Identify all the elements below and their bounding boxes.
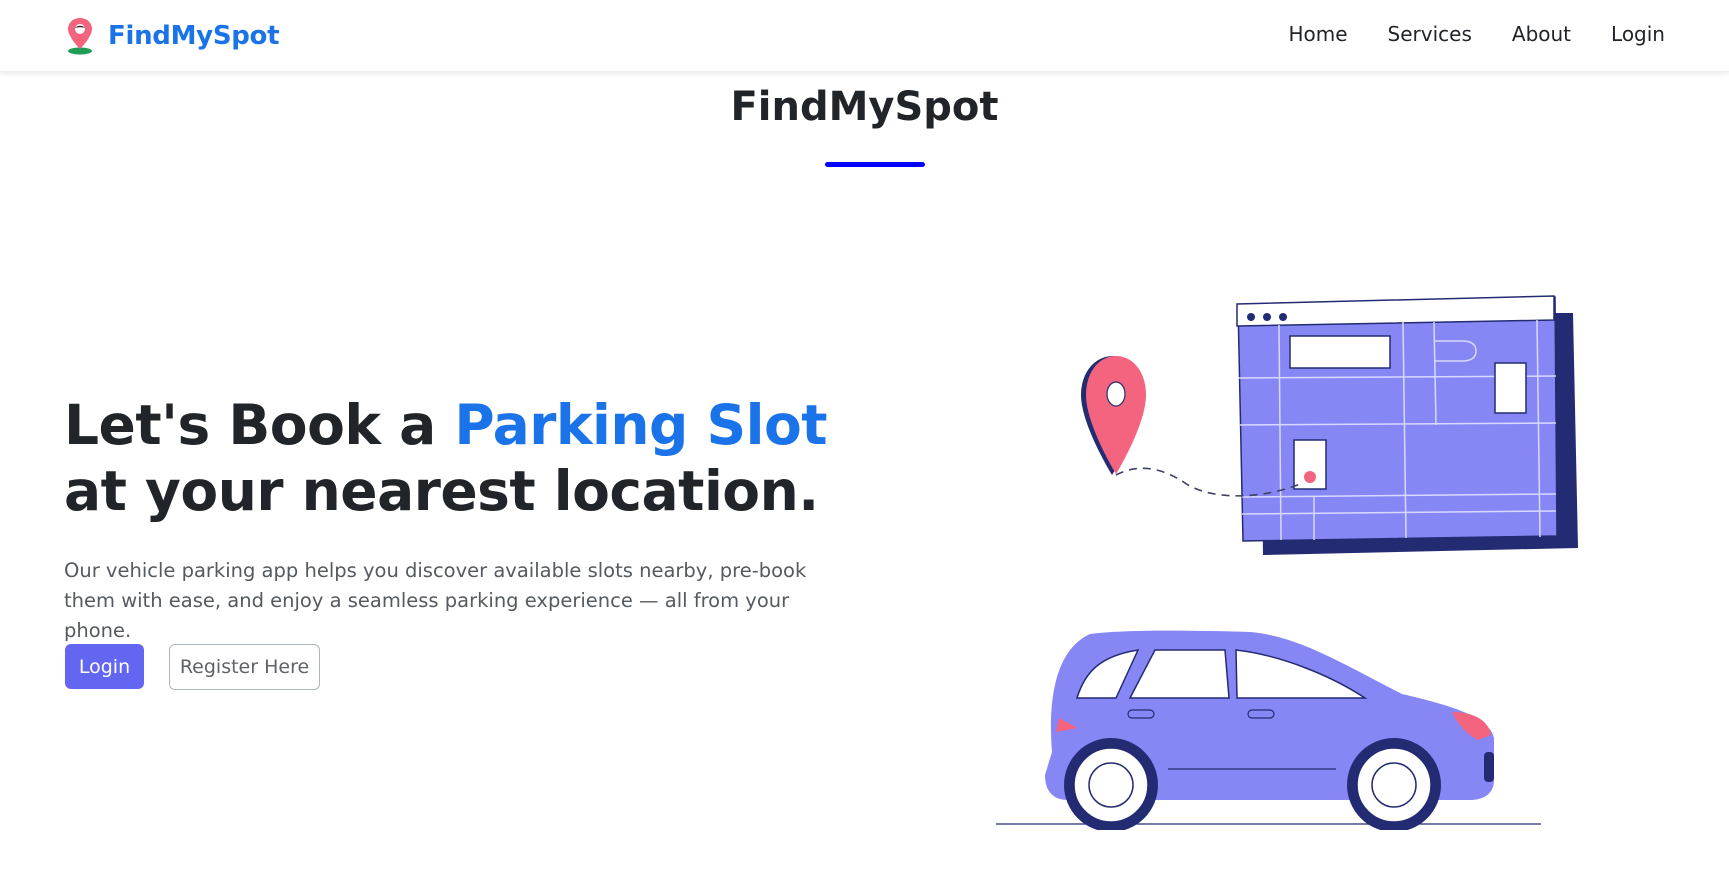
nav-about[interactable]: About bbox=[1512, 22, 1571, 46]
hero-heading-accent: Parking Slot bbox=[454, 393, 828, 457]
nav-home[interactable]: Home bbox=[1288, 22, 1347, 46]
brand-name: FindMySpot bbox=[108, 21, 280, 51]
title-underline bbox=[825, 162, 925, 167]
navbar: FindMySpot Home Services About Login bbox=[0, 0, 1729, 72]
location-pin-icon bbox=[1081, 356, 1146, 475]
login-button[interactable]: Login bbox=[65, 644, 144, 689]
brand-link[interactable]: FindMySpot bbox=[66, 16, 280, 56]
page-title: FindMySpot bbox=[730, 84, 999, 130]
hero-description: Our vehicle parking app helps you discov… bbox=[64, 559, 807, 642]
car-illustration bbox=[1045, 630, 1494, 830]
hero-heading-part2: at your nearest location. bbox=[64, 459, 819, 523]
hero-heading: Let's Book a Parking Slot at your neares… bbox=[64, 392, 884, 524]
map-card bbox=[1236, 295, 1578, 555]
register-button[interactable]: Register Here bbox=[169, 644, 320, 690]
map-pin-icon bbox=[68, 18, 92, 55]
hero-heading-part1: Let's Book a bbox=[64, 393, 455, 457]
nav-login[interactable]: Login bbox=[1611, 22, 1665, 46]
nav-services[interactable]: Services bbox=[1388, 22, 1472, 46]
nav-links: Home Services About Login bbox=[1288, 22, 1665, 46]
parking-illustration bbox=[996, 295, 1578, 830]
